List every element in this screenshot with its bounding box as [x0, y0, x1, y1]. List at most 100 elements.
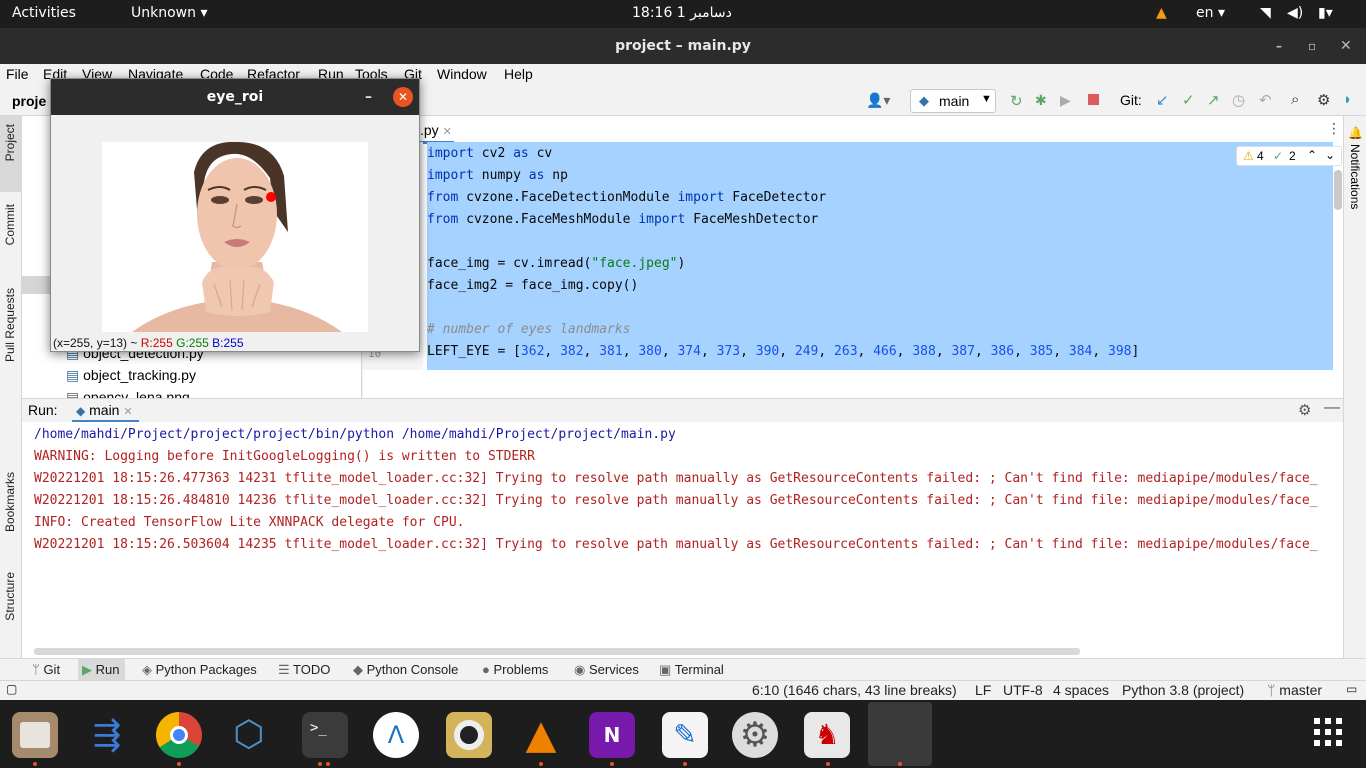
app-menu[interactable]: Unknown ▾: [131, 5, 207, 21]
minimize-icon[interactable]: –: [365, 79, 372, 115]
rollback-icon[interactable]: ↶: [1259, 91, 1272, 109]
file-encoding[interactable]: UTF-8: [1003, 682, 1043, 698]
rerun-icon[interactable]: ↻: [1010, 92, 1023, 110]
bottom-tab-label: TODO: [293, 662, 331, 677]
close-tab-icon[interactable]: ✕: [443, 126, 452, 138]
editor-tab-label: .py: [420, 122, 439, 138]
landmark-index: 385: [1029, 344, 1054, 359]
landmark-index: 386: [990, 344, 1015, 359]
next-highlight-icon[interactable]: ⌄: [1325, 148, 1335, 162]
show-apps-grid-icon[interactable]: [1314, 718, 1346, 750]
hide-panel-icon[interactable]: —: [1324, 399, 1340, 417]
activities-button[interactable]: Activities: [12, 5, 76, 21]
bottom-tab-problems[interactable]: ● Problems: [482, 662, 548, 677]
battery-icon[interactable]: ▮▾: [1318, 5, 1333, 21]
caret-position[interactable]: 6:10 (1646 chars, 43 line breaks): [752, 682, 957, 698]
close-icon[interactable]: ✕: [393, 87, 413, 107]
running-indicator: [318, 762, 322, 766]
bottom-tab-git[interactable]: ᛘ Git: [32, 662, 60, 677]
tree-item[interactable]: ▤ object_tracking.py: [66, 367, 196, 384]
face-image[interactable]: [102, 142, 368, 332]
git-push-icon[interactable]: ↗: [1207, 91, 1220, 109]
running-indicator: [177, 762, 181, 766]
virtualbox-icon[interactable]: ⬡: [226, 712, 272, 758]
menu-window[interactable]: Window: [437, 66, 487, 82]
git-update-icon[interactable]: ↙: [1156, 91, 1169, 109]
close-tab-icon[interactable]: ✕: [123, 406, 132, 418]
jetbrains-logo-icon[interactable]: ◗: [1343, 91, 1352, 108]
maximize-icon[interactable]: ▫: [1308, 28, 1316, 64]
python-interpreter[interactable]: Python 3.8 (project): [1122, 682, 1244, 698]
close-icon[interactable]: ✕: [1340, 28, 1352, 64]
settings-app-icon[interactable]: ⚙: [732, 712, 778, 758]
wifi-icon[interactable]: ◥: [1260, 5, 1271, 21]
run-tab-main[interactable]: ◆ main ✕: [72, 399, 139, 423]
minimize-icon[interactable]: –: [1276, 28, 1282, 64]
clock[interactable]: 18:16 دسامبر 1: [632, 5, 732, 21]
stop-icon[interactable]: [1088, 94, 1099, 105]
previous-highlight-icon[interactable]: ⌃: [1307, 148, 1317, 162]
debug-icon[interactable]: ✱: [1035, 92, 1047, 109]
rhythmbox-icon[interactable]: [446, 712, 492, 758]
line-separator[interactable]: LF: [975, 682, 991, 698]
bottom-tab-run[interactable]: ▶ Run: [78, 659, 126, 681]
layout-toggle-icon[interactable]: ▢: [6, 682, 17, 696]
python-icon: ◆: [76, 404, 86, 418]
vlc-tray-icon[interactable]: ▲: [1156, 5, 1167, 21]
bottom-tab-services[interactable]: ◉ Services: [574, 662, 639, 678]
text-editor-icon[interactable]: ✎: [662, 712, 708, 758]
chrome-icon[interactable]: [156, 712, 202, 758]
editor-scrollbar[interactable]: [1334, 170, 1342, 210]
coverage-icon[interactable]: ▶: [1060, 92, 1071, 109]
status-bar: ▢ 6:10 (1646 chars, 43 line breaks) LF U…: [0, 680, 1366, 700]
android-studio-icon[interactable]: Λ: [373, 712, 419, 758]
tool-tab-bookmarks[interactable]: Bookmarks: [3, 472, 17, 532]
more-options-icon[interactable]: ⋮: [1327, 121, 1341, 137]
console-line: WARNING: Logging before InitGoogleLoggin…: [34, 449, 535, 464]
files-app-icon[interactable]: [12, 712, 58, 758]
tree-item-label: object_tracking.py: [83, 367, 196, 383]
settings-gear-icon[interactable]: ⚙: [1298, 401, 1311, 419]
tool-tab-structure[interactable]: Structure: [3, 572, 17, 621]
search-icon[interactable]: ⌕: [1291, 91, 1299, 108]
bottom-tab-terminal[interactable]: ▣ Terminal: [659, 662, 724, 678]
landmark-index: 362: [520, 344, 545, 359]
menu-help[interactable]: Help: [504, 66, 533, 82]
terminal-app-icon[interactable]: >_: [302, 712, 348, 758]
pycharm-duke-icon[interactable]: ♞: [804, 712, 850, 758]
lock-icon[interactable]: ▭: [1346, 682, 1357, 696]
project-breadcrumb[interactable]: proje: [12, 93, 46, 109]
onenote-icon[interactable]: N: [589, 712, 635, 758]
git-branch[interactable]: ᛘ master: [1267, 682, 1322, 698]
eye-roi-titlebar[interactable]: eye_roi – ✕: [51, 79, 419, 115]
tool-tab-pull-requests[interactable]: Pull Requests: [3, 288, 17, 362]
active-app-slot[interactable]: [868, 702, 932, 766]
bottom-tab-python-console[interactable]: ◆ Python Console: [353, 662, 458, 678]
user-icon[interactable]: 👤▾: [866, 92, 890, 109]
inspection-widget[interactable]: ⚠ 4 ✓ 2 ⌃ ⌄: [1236, 146, 1342, 166]
eye-roi-window[interactable]: eye_roi – ✕ (x=255, y=13) ~ R:255 G:255 …: [50, 78, 420, 352]
settings-gear-icon[interactable]: ⚙: [1317, 91, 1330, 109]
language-indicator[interactable]: en ▾: [1196, 5, 1225, 21]
landmark-index: 373: [716, 344, 741, 359]
bottom-tab-python-packages[interactable]: ◈ Python Packages: [142, 662, 257, 678]
tool-tab-project[interactable]: Project: [3, 124, 17, 161]
tool-tab-commit[interactable]: Commit: [3, 204, 17, 245]
landmark-index: 384: [1068, 344, 1093, 359]
layers-icon: ◈: [142, 662, 152, 677]
vscode-style-app-icon[interactable]: ⇶: [84, 712, 130, 758]
vlc-icon[interactable]: ▲: [518, 712, 564, 758]
pixel-info-status: (x=255, y=13) ~ R:255 G:255 B:255: [53, 336, 244, 350]
run-config-select[interactable]: ◆ main ▼: [910, 89, 996, 113]
terminal-icon: ▣: [659, 662, 672, 677]
bottom-tab-todo[interactable]: ☰ TODO: [278, 662, 330, 678]
history-icon[interactable]: ◷: [1232, 91, 1245, 109]
git-commit-icon[interactable]: ✓: [1182, 91, 1195, 109]
volume-icon[interactable]: ◀): [1287, 5, 1303, 21]
tool-tab-notifications[interactable]: Notifications: [1348, 144, 1362, 209]
editor-tab-main[interactable]: .py ✕: [418, 122, 454, 144]
tree-item[interactable]: ▤ opencv_lena.png: [66, 389, 190, 398]
menu-file[interactable]: File: [6, 66, 29, 82]
bottom-tab-label: Python Console: [366, 662, 459, 677]
indent-setting[interactable]: 4 spaces: [1053, 682, 1109, 698]
